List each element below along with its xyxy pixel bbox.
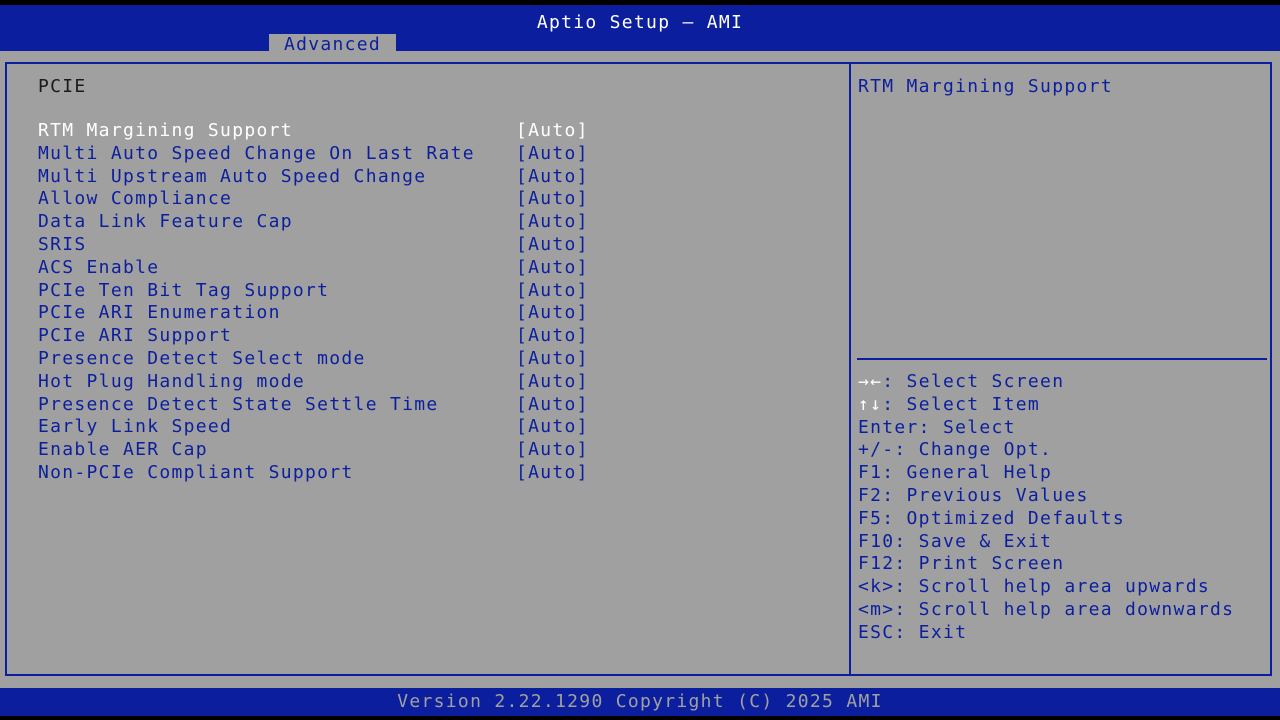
key-help-f1: F1: General Help <box>858 462 1053 484</box>
setting-label: Multi Upstream Auto Speed Change <box>38 165 427 187</box>
setting-value[interactable]: [Auto] <box>516 280 589 303</box>
key-help-f5: F5: Optimized Defaults <box>858 507 1126 529</box>
setting-value[interactable]: [Auto] <box>516 302 589 325</box>
setting-label: PCIe ARI Support <box>38 325 233 347</box>
setting-presence-detect-state-settle-time[interactable]: Presence Detect State Settle Time [Auto] <box>38 394 598 417</box>
setting-value[interactable]: [Auto] <box>516 257 589 280</box>
setting-label: PCIe ARI Enumeration <box>38 302 281 324</box>
title-bar: Aptio Setup – AMI Advanced <box>0 5 1280 56</box>
settings-list: RTM Margining Support [Auto] Multi Auto … <box>38 120 598 485</box>
setting-enable-aer-cap[interactable]: Enable AER Cap [Auto] <box>38 439 598 462</box>
setting-value[interactable]: [Auto] <box>516 462 589 485</box>
arrows-up-down-icon: ↑↓ <box>858 393 883 415</box>
setting-value[interactable]: [Auto] <box>516 211 589 234</box>
setting-presence-detect-select-mode[interactable]: Presence Detect Select mode [Auto] <box>38 348 598 371</box>
key-help-f10: F10: Save & Exit <box>858 530 1053 552</box>
key-help-scroll-down: <m>: Scroll help area downwards <box>858 598 1235 620</box>
setting-value[interactable]: [Auto] <box>516 348 589 371</box>
key-help-scroll-up: <k>: Scroll help area upwards <box>858 576 1210 598</box>
setting-multi-auto-speed-change[interactable]: Multi Auto Speed Change On Last Rate [Au… <box>38 143 598 166</box>
setting-label: Multi Auto Speed Change On Last Rate <box>38 142 475 164</box>
key-help-enter: Enter: Select <box>858 416 1016 438</box>
setting-label: Early Link Speed <box>38 416 233 438</box>
version-text: Version 2.22.1290 Copyright (C) 2025 AMI <box>397 691 883 712</box>
help-description: RTM Margining Support <box>858 76 1113 97</box>
setting-value[interactable]: [Auto] <box>516 416 589 439</box>
setting-label: Presence Detect Select mode <box>38 347 366 369</box>
setting-label: Data Link Feature Cap <box>38 211 293 233</box>
setting-value[interactable]: [Auto] <box>516 234 589 257</box>
setting-value[interactable]: [Auto] <box>516 188 589 211</box>
setting-non-pcie-compliant-support[interactable]: Non-PCIe Compliant Support [Auto] <box>38 462 598 485</box>
setting-early-link-speed[interactable]: Early Link Speed [Auto] <box>38 416 598 439</box>
setting-label: SRIS <box>38 233 87 255</box>
key-help-change-opt: +/-: Change Opt. <box>858 439 1053 461</box>
key-help-f12: F12: Print Screen <box>858 553 1065 575</box>
setting-label: ACS Enable <box>38 256 160 278</box>
setting-value[interactable]: [Auto] <box>516 120 589 143</box>
key-help-list: →←: Select Screen ↑↓: Select Item Enter:… <box>858 371 1234 645</box>
setting-value[interactable]: [Auto] <box>516 325 589 348</box>
setting-label: Enable AER Cap <box>38 439 208 461</box>
setting-allow-compliance[interactable]: Allow Compliance [Auto] <box>38 188 598 211</box>
setting-value[interactable]: [Auto] <box>516 394 589 417</box>
key-help-esc: ESC: Exit <box>858 621 968 643</box>
help-separator <box>857 358 1267 360</box>
setting-pcie-ari-enumeration[interactable]: PCIe ARI Enumeration [Auto] <box>38 302 598 325</box>
setting-pcie-ari-support[interactable]: PCIe ARI Support [Auto] <box>38 325 598 348</box>
setting-sris[interactable]: SRIS [Auto] <box>38 234 598 257</box>
arrows-left-right-icon: →← <box>858 371 883 392</box>
setting-acs-enable[interactable]: ACS Enable [Auto] <box>38 257 598 280</box>
setting-label: RTM Margining Support <box>38 120 293 141</box>
key-help-select-item: ↑↓: Select Item <box>858 393 1041 415</box>
setting-multi-upstream-auto-speed-change[interactable]: Multi Upstream Auto Speed Change [Auto] <box>38 166 598 189</box>
main-panel: PCIE RTM Margining Support [Auto] Multi … <box>0 51 1280 688</box>
setting-data-link-feature-cap[interactable]: Data Link Feature Cap [Auto] <box>38 211 598 234</box>
key-help-select-screen: →←: Select Screen <box>858 371 1065 392</box>
app-title: Aptio Setup – AMI <box>536 12 744 33</box>
footer-bar: Version 2.22.1290 Copyright (C) 2025 AMI <box>0 688 1280 716</box>
setting-label: PCIe Ten Bit Tag Support <box>38 279 330 301</box>
setting-rtm-margining-support[interactable]: RTM Margining Support [Auto] <box>38 120 598 143</box>
setting-value[interactable]: [Auto] <box>516 439 589 462</box>
section-title: PCIE <box>38 76 87 97</box>
key-help-f2: F2: Previous Values <box>858 484 1089 506</box>
setting-value[interactable]: [Auto] <box>516 143 589 166</box>
setting-hot-plug-handling-mode[interactable]: Hot Plug Handling mode [Auto] <box>38 371 598 394</box>
panel-divider <box>849 62 851 676</box>
setting-label: Hot Plug Handling mode <box>38 370 306 392</box>
setting-value[interactable]: [Auto] <box>516 166 589 189</box>
setting-value[interactable]: [Auto] <box>516 371 589 394</box>
setting-label: Allow Compliance <box>38 188 233 210</box>
setting-label: Presence Detect State Settle Time <box>38 393 439 415</box>
setting-label: Non-PCIe Compliant Support <box>38 461 354 483</box>
setting-pcie-ten-bit-tag-support[interactable]: PCIe Ten Bit Tag Support [Auto] <box>38 280 598 303</box>
